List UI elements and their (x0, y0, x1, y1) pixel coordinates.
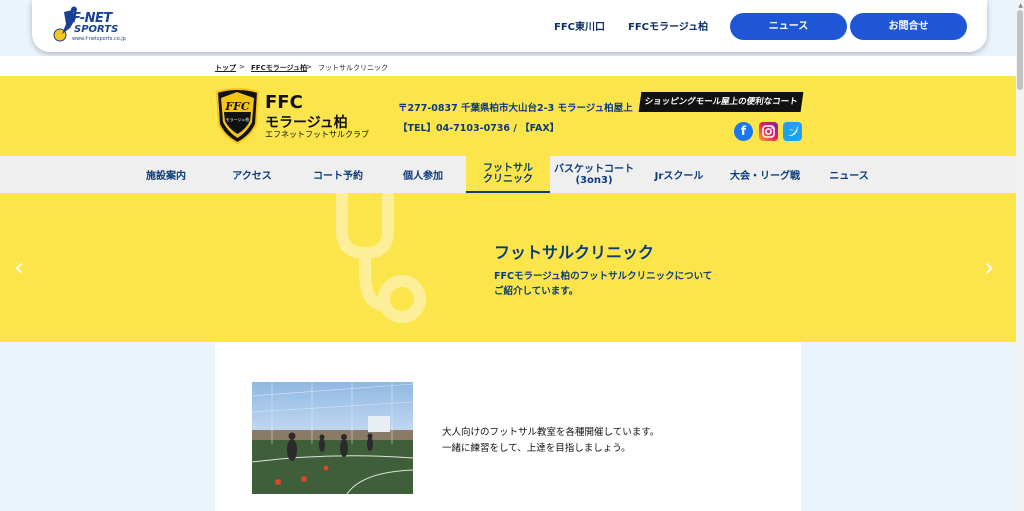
nav-basket-court[interactable]: バスケットコート (3on3) (552, 156, 636, 193)
nav-futsal-clinic[interactable]: フットサル クリニック (466, 156, 550, 193)
intro-text: 大人向けのフットサル教室を各種開催しています。 一緒に練習をして、上達を目指しま… (442, 425, 659, 457)
nav-basket-line2: (3on3) (575, 174, 613, 186)
svg-text:モラージュ柏: モラージュ柏 (226, 116, 250, 122)
shopping-mall-badge: ショッピングモール屋上の便利なコート (638, 92, 804, 112)
intro-line1: 大人向けのフットサル教室を各種開催しています。 (442, 427, 660, 438)
nav-access[interactable]: アクセス (214, 156, 290, 193)
page-description-line2: ご紹介しています。 (494, 286, 579, 297)
club-address: 〒277-0837 千葉県柏市大山台2-3 モラージュ柏屋上 (398, 103, 633, 114)
link-ffc-higashikawaguchi[interactable]: FFC東川口 (554, 18, 605, 33)
carousel-next-icon[interactable]: › (984, 253, 994, 283)
nav-futsal-clinic-line1: フットサル (483, 162, 533, 174)
nav-court-reservation[interactable]: コート予約 (300, 156, 376, 193)
contact-button[interactable]: お問合せ (850, 13, 967, 40)
nav-news[interactable]: ニュース (816, 156, 882, 193)
nav-futsal-clinic-line2: クリニック (483, 173, 533, 185)
link-ffc-morage-kashiwa[interactable]: FFCモラージュ柏 (628, 18, 708, 33)
logo-url: www.f-netsports.co.jp (72, 36, 126, 42)
intro-line2: 一緒に練習をして、上達を目指しましょう。 (442, 443, 631, 454)
breadcrumb: トップ > FFCモラージュ柏 > フットサルクリニック (0, 56, 1016, 76)
club-tel: 【TEL】04-7103-0736 / 【FAX】 (398, 123, 560, 134)
scrollbar[interactable]: ▲ (1016, 0, 1024, 511)
logo-subtext: SPORTS (74, 24, 119, 35)
hero-banner: ‹ フットサルクリニック FFCモラージュ柏のフットサルクリニックについて ご紹… (0, 193, 1016, 342)
nav-facility[interactable]: 施設案内 (128, 156, 204, 193)
club-crest-icon[interactable]: FFC モラージュ柏 (215, 88, 260, 144)
whistle-decoration-icon (336, 193, 426, 323)
page-description: FFCモラージュ柏のフットサルクリニックについて ご紹介しています。 (494, 269, 712, 299)
breadcrumb-top[interactable]: トップ (215, 63, 236, 73)
page-title: フットサルクリニック (494, 243, 655, 262)
scroll-thumb[interactable] (1017, 10, 1023, 90)
twitter-icon[interactable] (783, 122, 802, 141)
club-name: FFC (265, 92, 303, 113)
instagram-icon[interactable] (759, 122, 778, 141)
club-name-subtitle: エフネットフットサルクラブ (265, 130, 369, 139)
main-nav: 施設案内 アクセス コート予約 個人参加 フットサル クリニック バスケットコート… (0, 156, 1016, 193)
nav-tournament-league[interactable]: 大会・リーグ戦 (722, 156, 808, 193)
scroll-up-icon[interactable]: ▲ (1018, 2, 1023, 9)
site-header: F-NET SPORTS www.f-netsports.co.jp FFC東川… (32, 0, 987, 52)
facebook-icon[interactable]: f (734, 122, 753, 141)
nav-basket-line1: バスケットコート (554, 163, 634, 175)
carousel-prev-icon[interactable]: ‹ (14, 253, 24, 283)
nav-jr-school[interactable]: Jrスクール (643, 156, 715, 193)
breadcrumb-separator: > (306, 63, 312, 71)
futsal-clinic-photo (252, 382, 413, 494)
svg-text:FFC: FFC (224, 100, 250, 113)
breadcrumb-separator: > (239, 63, 245, 71)
news-button[interactable]: ニュース (730, 13, 847, 40)
nav-individual[interactable]: 個人参加 (385, 156, 461, 193)
club-header: FFC モラージュ柏 FFC モラージュ柏 エフネットフットサルクラブ 〒277… (0, 76, 1016, 156)
breadcrumb-current: フットサルクリニック (318, 64, 388, 72)
breadcrumb-club[interactable]: FFCモラージュ柏 (251, 63, 307, 73)
content-panel: 大人向けのフットサル教室を各種開催しています。 一緒に練習をして、上達を目指しま… (215, 342, 801, 511)
page-description-line1: FFCモラージュ柏のフットサルクリニックについて (494, 271, 713, 282)
